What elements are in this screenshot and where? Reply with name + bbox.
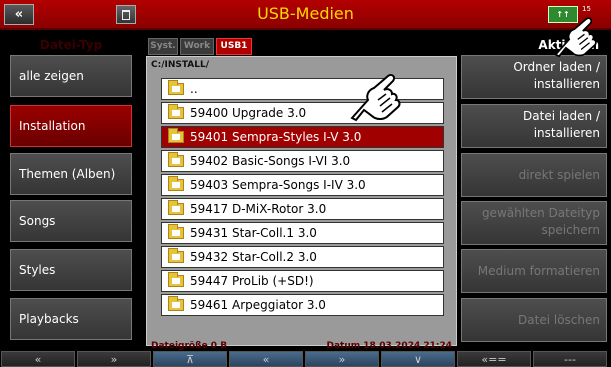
folder-icon <box>168 104 184 119</box>
folder-icon <box>168 272 184 287</box>
file-name: 59402 Basic-Songs I-VI 3.0 <box>190 154 351 168</box>
pointing-hand-icon <box>554 17 597 58</box>
file-row[interactable]: 59402 Basic-Songs I-VI 3.0 <box>161 150 444 172</box>
action-label-line1: gewählten Dateityp <box>481 206 600 220</box>
page-title: USB-Medien <box>257 4 354 23</box>
bottom-nav-button-1[interactable]: » <box>77 351 151 367</box>
bottom-nav-button-7[interactable]: --- <box>533 351 607 367</box>
bottom-nav-button-2[interactable]: ⊼ <box>153 351 227 367</box>
file-name: 59432 Star-Coll.2 3.0 <box>190 250 317 264</box>
bottom-nav-button-6[interactable]: «== <box>457 351 531 367</box>
category-button-0[interactable]: alle zeigen <box>10 55 132 97</box>
action-button-0[interactable]: Ordner laden / installieren <box>461 55 607 99</box>
file-row[interactable]: 59401 Sempra-Styles I-V 3.0 <box>161 126 444 148</box>
folder-icon <box>168 200 184 215</box>
action-button-4[interactable]: Medium formatieren <box>461 249 607 293</box>
file-row[interactable]: 59432 Star-Coll.2 3.0 <box>161 246 444 268</box>
file-row[interactable]: 59447 ProLib (+SD!) <box>161 270 444 292</box>
file-name: 59403 Sempra-Songs I-IV 3.0 <box>190 178 366 192</box>
folder-icon <box>168 224 184 239</box>
date-label: Datum 18.03.2024 21:24 <box>326 341 452 351</box>
folder-icon <box>168 80 184 95</box>
folder-icon <box>168 296 184 311</box>
file-name: 59447 ProLib (+SD!) <box>190 274 314 288</box>
action-label-line1: Ordner laden / <box>513 60 600 74</box>
file-name: 59461 Arpeggiator 3.0 <box>190 298 326 312</box>
action-button-5[interactable]: Datei löschen <box>461 298 607 342</box>
action-button-3[interactable]: gewählten Dateityp speichern <box>461 201 607 245</box>
clock: 15 <box>582 5 591 13</box>
file-name: .. <box>190 82 198 96</box>
category-button-1[interactable]: Installation <box>10 105 132 147</box>
file-name: 59400 Upgrade 3.0 <box>190 106 307 120</box>
file-browser: C:/INSTALL/ .. 59400 Upgrade 3.0 59401 Sem… <box>146 56 457 351</box>
action-label-line1: Datei laden / <box>523 109 600 123</box>
file-row[interactable]: 59461 Arpeggiator 3.0 <box>161 294 444 316</box>
action-button-1[interactable]: Datei laden / installieren <box>461 104 607 148</box>
folder-icon <box>168 248 184 263</box>
file-row[interactable]: 59431 Star-Coll.1 3.0 <box>161 222 444 244</box>
file-name: 59401 Sempra-Styles I-V 3.0 <box>190 130 362 144</box>
file-name: 59431 Star-Coll.1 3.0 <box>190 226 317 240</box>
action-label-line2: installieren <box>533 126 600 140</box>
action-button-2[interactable]: direkt spielen <box>461 153 607 197</box>
bottom-nav-button-5[interactable]: ∨ <box>381 351 455 367</box>
file-row[interactable]: 59417 D-MiX-Rotor 3.0 <box>161 198 444 220</box>
action-label-line1: direkt spielen <box>518 168 600 182</box>
category-button-5[interactable]: Playbacks <box>10 298 132 340</box>
tab-usb1[interactable]: USB1 <box>216 38 252 55</box>
bottom-nav-button-4[interactable]: » <box>305 351 379 367</box>
tab-syst[interactable]: Syst. <box>148 38 178 55</box>
category-button-3[interactable]: Songs <box>10 200 132 242</box>
category-button-4[interactable]: Styles <box>10 249 132 291</box>
bottom-nav-button-3[interactable]: « <box>229 351 303 367</box>
folder-icon <box>168 176 184 191</box>
action-label-line2: speichern <box>541 223 601 237</box>
category-button-2[interactable]: Themen (Alben) <box>10 153 132 195</box>
action-label-line1: Datei löschen <box>518 313 600 327</box>
folder-icon <box>168 152 184 167</box>
pointing-hand-icon <box>350 73 401 122</box>
current-path: C:/INSTALL/ <box>151 60 210 70</box>
file-row[interactable]: 59403 Sempra-Songs I-IV 3.0 <box>161 174 444 196</box>
tab-work[interactable]: Work <box>180 38 214 55</box>
action-label-line1: Medium formatieren <box>477 264 600 278</box>
bottom-nav-bar: «» ⊼ «» ∨ «== --- <box>0 351 611 367</box>
folder-icon <box>168 128 184 143</box>
file-type-header: Datei-Typ <box>39 38 103 52</box>
file-name: 59417 D-MiX-Rotor 3.0 <box>190 202 327 216</box>
title-bar: « USB-Medien ↑↑ 15 <box>0 0 611 30</box>
action-label-line2: installieren <box>533 77 600 91</box>
bottom-nav-button-0[interactable]: « <box>1 351 75 367</box>
file-size-label: Dateigröße 0 B <box>151 341 228 351</box>
